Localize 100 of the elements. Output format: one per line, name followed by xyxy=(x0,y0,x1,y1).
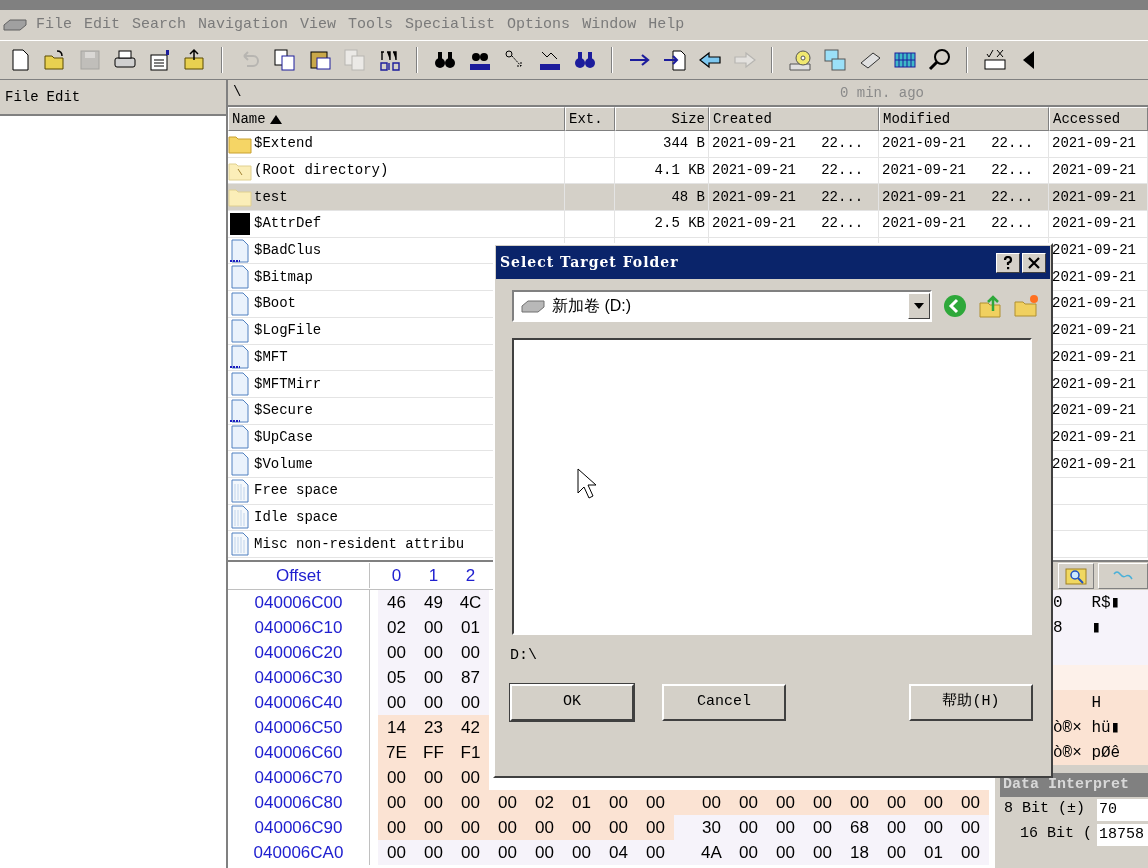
file-name: (Root directory) xyxy=(254,161,389,181)
column-header: 2 xyxy=(464,564,477,587)
document-icon[interactable] xyxy=(147,48,172,72)
open-folder-icon[interactable] xyxy=(42,48,67,72)
offset-text: 040006C10 xyxy=(228,615,370,640)
offset-text: 040006C30 xyxy=(228,665,370,690)
hex-byte: 00 xyxy=(923,791,944,814)
ascii-text: ò®× pØê xyxy=(1053,742,1121,764)
value-field[interactable]: 18758 xyxy=(1097,823,1148,846)
column-header[interactable]: Ext. xyxy=(565,107,615,131)
hex-byte: 00 xyxy=(960,791,981,814)
hex-byte: 00 xyxy=(386,691,407,714)
dialog-button[interactable]: OK xyxy=(510,683,634,721)
file-name: $Boot xyxy=(254,294,296,314)
file-name: Misc non-resident attribu xyxy=(254,534,465,554)
hex-byte: 00 xyxy=(386,816,407,839)
copy-icon[interactable] xyxy=(272,48,297,72)
column-header[interactable]: Name xyxy=(228,107,565,131)
hex-byte: F1 xyxy=(459,741,482,764)
offset-text: 040006CA0 xyxy=(228,840,370,865)
hex-byte: FF xyxy=(422,741,445,764)
column-header: Offset xyxy=(228,562,370,589)
file-icon xyxy=(228,425,252,450)
hex-byte: 00 xyxy=(386,791,407,814)
table-cell-text: 2021-09-21 xyxy=(1052,241,1136,261)
disk-icon[interactable] xyxy=(787,48,812,72)
file-row[interactable]: test 48 B 2021-09-21 22... 2021-09-21 22... 2021-09-21 xyxy=(228,184,1148,212)
column-header[interactable]: Accessed xyxy=(1049,107,1148,131)
search-button[interactable] xyxy=(1058,563,1094,589)
hex-byte: 00 xyxy=(738,816,759,839)
drive-icon[interactable] xyxy=(2,16,30,34)
hex-byte: 04 xyxy=(608,841,629,864)
paste-icon[interactable] xyxy=(307,48,332,72)
table-cell-text: 2021-09-21 xyxy=(1052,294,1136,314)
table-cell-text: 2021-09-21 xyxy=(1052,134,1136,154)
table-cell-text: 2021-09-21 xyxy=(1052,267,1136,287)
table-cell-text: 2021-09-21 xyxy=(1052,374,1136,394)
drive-dropdown[interactable]: 新加卷 (D:) xyxy=(512,290,932,322)
offset-text: 040006C90 xyxy=(228,815,370,840)
hex-byte: 00 xyxy=(534,816,555,839)
hex-byte: 00 xyxy=(812,841,833,864)
file-icon xyxy=(228,345,252,370)
column-header[interactable]: Modified xyxy=(879,107,1049,131)
help-button[interactable] xyxy=(996,252,1020,273)
path-text: \ xyxy=(233,83,242,102)
hex-byte: 14 xyxy=(386,716,407,739)
ascii-text: H xyxy=(1090,692,1101,714)
dialog-button[interactable]: Cancel xyxy=(662,683,786,721)
hex-byte: 00 xyxy=(497,816,518,839)
table-cell-text: 344 B xyxy=(663,134,705,154)
hex-byte: 00 xyxy=(460,816,481,839)
menu-item[interactable]: File xyxy=(5,86,39,108)
search-icon[interactable] xyxy=(927,48,952,72)
chart-button[interactable] xyxy=(1098,563,1148,589)
offset-text: 040006C70 xyxy=(228,765,370,790)
table-cell-text: 2021-09-21 22... xyxy=(882,214,1034,234)
check-cross-icon[interactable] xyxy=(982,48,1007,72)
column-header[interactable]: Created xyxy=(709,107,879,131)
table-cell-text: 2021-09-21 xyxy=(1052,321,1136,341)
file-name: Idle space xyxy=(254,507,338,527)
goto-document-icon[interactable] xyxy=(662,48,687,72)
table-cell-text: 2021-09-21 xyxy=(1052,454,1136,474)
column-header[interactable]: Size xyxy=(615,107,709,131)
file-name: $MFT xyxy=(254,347,288,367)
table-cell-text: 2021-09-21 22... xyxy=(882,161,1034,181)
hex-byte: 00 xyxy=(812,791,833,814)
file-name: $Bitmap xyxy=(254,267,313,287)
file-row[interactable]: (Root directory) 4.1 KB 2021-09-21 22... 2021-09-21 22... 2021-09-21 xyxy=(228,157,1148,185)
close-button[interactable] xyxy=(1022,252,1046,273)
ascii-text: ò®× hü▮ xyxy=(1053,717,1121,739)
hex-byte: 00 xyxy=(886,841,907,864)
menu-item[interactable]: Edit xyxy=(46,86,81,108)
hex-byte: 46 xyxy=(386,591,407,614)
hex-byte: 00 xyxy=(423,816,444,839)
folder-arrow-icon[interactable] xyxy=(182,48,207,72)
value-field[interactable]: 70 xyxy=(1097,798,1148,821)
hex-byte: 00 xyxy=(423,666,444,689)
dialog-button[interactable]: 帮助(H) xyxy=(909,683,1033,721)
file-row[interactable]: $AttrDef 2.5 KB 2021-09-21 22... 2021-09-21 22... 2021-09-21 xyxy=(228,211,1148,238)
ascii-text: 8 ▮ xyxy=(1053,617,1102,639)
hex-byte: 00 xyxy=(460,791,481,814)
offset-text: 040006C40 xyxy=(228,690,370,715)
table-cell-text: 2021-09-21 22... xyxy=(712,134,864,154)
hex-byte: 00 xyxy=(608,791,629,814)
cursor-icon xyxy=(577,468,597,502)
table-cell-text: 2021-09-21 xyxy=(1052,214,1136,234)
hex-byte: 00 xyxy=(423,616,444,639)
hex-byte: 68 xyxy=(849,816,870,839)
hex-byte: 00 xyxy=(738,791,759,814)
table-cell-text: 2.5 KB xyxy=(654,214,705,234)
hex-byte: 01 xyxy=(571,791,592,814)
hex-byte: 00 xyxy=(608,816,629,839)
hex-byte: 00 xyxy=(775,791,796,814)
table-cell-text: 2021-09-21 xyxy=(1052,187,1136,207)
hex-byte: 00 xyxy=(423,841,444,864)
back-icon[interactable] xyxy=(942,293,968,319)
hex-byte: 01 xyxy=(460,616,481,639)
file-icon xyxy=(228,452,252,477)
binary-icon[interactable] xyxy=(377,48,402,72)
file-row[interactable]: $Extend 344 B 2021-09-21 22... 2021-09-21 22... 2021-09-21 xyxy=(228,131,1148,158)
